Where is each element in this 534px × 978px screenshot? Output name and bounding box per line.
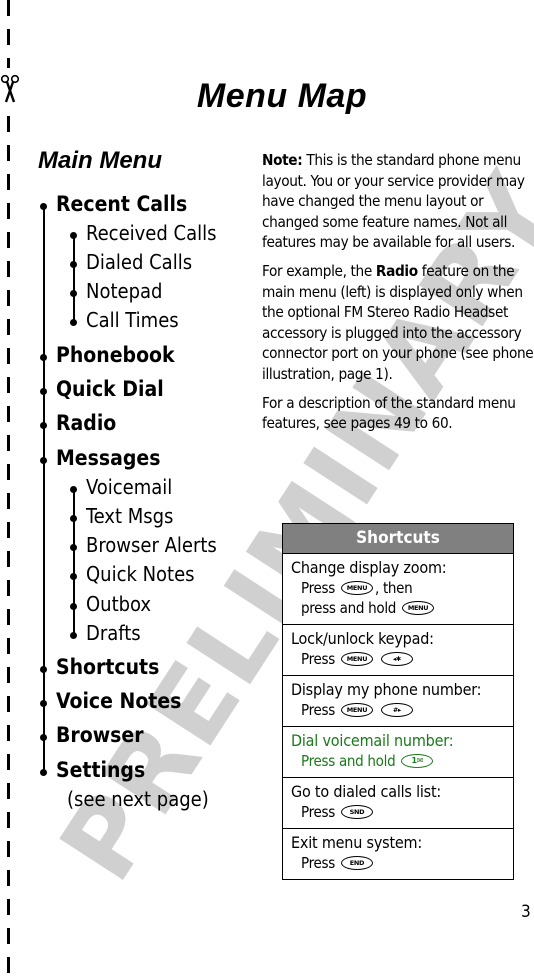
page-number: 3 [521,902,531,922]
menu-item-browser: Browser [38,723,144,747]
bullet-icon [70,515,77,522]
instruction-text: Press [301,579,335,597]
menu-item-phonebook: Phonebook [38,343,175,367]
shortcut-instruction: Press and hold 1✉ [291,751,513,771]
shortcut-row-exit-menu: Exit menu system: Press END [283,829,513,879]
bullet-icon [40,203,47,210]
bullet-icon [70,232,77,239]
instruction-text: press and hold [301,599,397,617]
shortcut-title: Change display zoom: [291,558,447,577]
shortcuts-header: Shortcuts [283,524,513,554]
star-key-icon: ◂✱ [380,651,413,666]
shortcut-instruction: Press MENU #▸ [291,700,513,720]
note-paragraph: Note: This is the standard phone menu la… [262,150,534,253]
shortcut-title: Exit menu system: [291,833,423,852]
bullet-icon [70,261,77,268]
dashed-cut-line [7,0,10,978]
shortcut-title: Dial voicemail number: [291,731,454,750]
shortcuts-table: Shortcuts Change display zoom: Press MEN… [282,523,514,880]
bullet-icon [70,603,77,610]
bullet-icon [40,457,47,464]
menu-item-quick-dial: Quick Dial [38,377,164,401]
instruction-text: Press [301,854,335,872]
main-menu-heading: Main Menu [38,147,162,174]
menu-item-voice-notes: Voice Notes [38,689,181,713]
bullet-icon [70,632,77,639]
shortcut-row-dial-voicemail: Dial voicemail number: Press and hold 1✉ [283,727,513,778]
instruction-text: Press [301,701,335,719]
shortcut-title: Go to dialed calls list: [291,782,442,801]
bullet-icon [70,486,77,493]
note-label: Note: [262,151,303,169]
example-paragraph: For example, the Radio feature on the ma… [262,261,534,385]
menu-key-icon: MENU [340,580,373,595]
shortcut-instruction: Press END [291,853,513,873]
page-title: Menu Map [196,77,368,115]
example-text-before: For example, the [262,261,376,280]
bullet-icon [40,700,47,707]
menu-key-icon: MENU [340,702,373,717]
end-key-icon: END [340,855,373,870]
instruction-text: Press [301,650,335,668]
submenu-item-text-msgs: Text Msgs [68,504,173,528]
pound-key-icon: #▸ [380,702,413,717]
submenu-item-dialed-calls: Dialed Calls [68,250,192,274]
menu-item-radio: Radio [38,411,116,435]
instruction-text: , then [374,579,413,597]
shortcut-instruction: Press SND [291,802,513,822]
shortcut-row-change-display-zoom: Change display zoom: Press MENU, then pr… [283,554,513,625]
shortcut-instruction: Press MENU, then [291,578,513,598]
example-bold-radio: Radio [375,261,418,280]
settings-see-next-page-note: (see next page) [67,787,209,811]
menu-key-icon: MENU [340,651,373,666]
submenu-item-outbox: Outbox [68,592,151,616]
bullet-icon [70,544,77,551]
bullet-icon [40,422,47,429]
shortcut-instruction: press and hold MENU [291,598,513,618]
bullet-icon [40,769,47,776]
menu-item-recent-calls: Recent Calls [38,192,187,216]
submenu-item-browser-alerts: Browser Alerts [68,533,217,557]
menu-item-settings: Settings [38,758,145,782]
instruction-text: Press [301,803,335,821]
bullet-icon [40,388,47,395]
submenu-item-drafts: Drafts [68,621,141,645]
menu-item-messages: Messages [38,446,160,470]
shortcut-row-display-phone-number: Display my phone number: Press MENU #▸ [283,676,513,727]
one-voicemail-key-icon: 1✉ [401,753,434,768]
send-key-icon: SND [340,804,373,819]
menu-item-shortcuts: Shortcuts [38,655,159,679]
shortcut-title: Display my phone number: [291,680,482,699]
submenu-item-notepad: Notepad [68,279,162,303]
submenu-item-quick-notes: Quick Notes [68,562,195,586]
shortcut-instruction: Press MENU ◂✱ [291,649,513,669]
submenu-item-received-calls: Received Calls [68,221,216,245]
shortcut-row-dialed-calls: Go to dialed calls list: Press SND [283,778,513,829]
bullet-icon [70,290,77,297]
example-text-after: feature on the main menu (left) is displ… [262,261,534,383]
instruction-text: Press and hold [301,752,396,770]
bullet-icon [70,319,77,326]
notes-column: Note: This is the standard phone menu la… [262,150,534,442]
menu-tree-trunk-line [43,204,45,771]
shortcut-title: Lock/unlock keypad: [291,629,434,648]
bullet-icon [40,354,47,361]
description-paragraph: For a description of the standard menu f… [262,393,516,433]
submenu-item-call-times: Call Times [68,308,179,332]
bullet-icon [70,573,77,580]
bullet-icon [40,734,47,741]
bullet-icon [40,666,47,673]
submenu-item-voicemail: Voicemail [68,475,172,499]
note-text: This is the standard phone menu layout. … [262,151,525,252]
shortcut-row-lock-keypad: Lock/unlock keypad: Press MENU ◂✱ [283,625,513,676]
menu-key-icon: MENU [402,600,435,615]
